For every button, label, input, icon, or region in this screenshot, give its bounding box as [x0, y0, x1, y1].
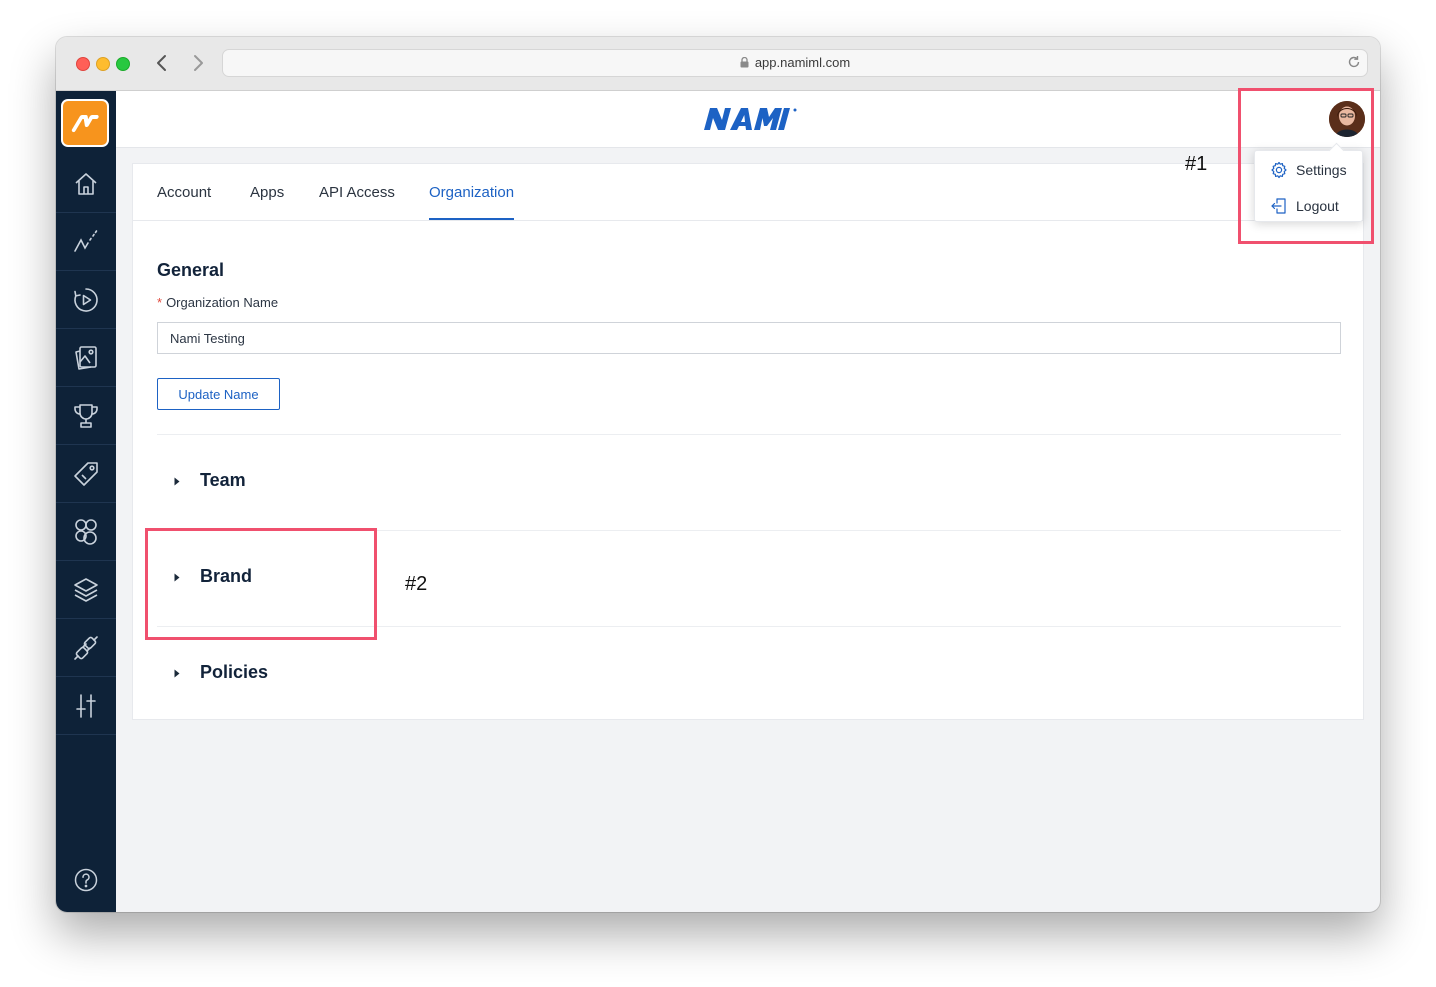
- integrations-icon: [74, 635, 98, 660]
- sidebar-item-integrations[interactable]: [56, 619, 116, 677]
- back-arrow-icon[interactable]: [152, 53, 172, 73]
- app-logo-icon[interactable]: [61, 99, 109, 147]
- org-name-label-text: Organization Name: [166, 295, 279, 310]
- browser-titlebar: app.namiml.com: [56, 37, 1380, 91]
- audience-icon: [75, 518, 97, 545]
- sidebar-item-settings[interactable]: [56, 677, 116, 735]
- general-section-title: General: [157, 260, 225, 280]
- tab-account[interactable]: Account: [157, 184, 211, 220]
- sidebar-item-entitlements[interactable]: [56, 445, 116, 503]
- org-name-input[interactable]: [157, 322, 1341, 354]
- caret-right-icon: [174, 477, 180, 486]
- team-section-label: Team: [200, 470, 246, 490]
- reload-icon[interactable]: [1347, 55, 1361, 69]
- caret-right-icon: [174, 669, 180, 678]
- nami-logo-icon: [704, 108, 797, 130]
- sidebar-item-analytics[interactable]: [56, 213, 116, 271]
- settings-tabs: Account Apps API Access Organization: [133, 164, 1363, 221]
- sidebar-item-placements[interactable]: [56, 561, 116, 619]
- sidebar: [56, 91, 116, 912]
- url-text: app.namiml.com: [754, 55, 851, 70]
- close-window-button[interactable]: [76, 57, 90, 71]
- org-name-label: * Organization Name: [157, 295, 278, 310]
- address-bar[interactable]: app.namiml.com: [222, 49, 1368, 77]
- tag-icon: [74, 461, 98, 486]
- annotation-box-1: [1238, 88, 1374, 244]
- sidebar-item-products[interactable]: [56, 387, 116, 445]
- browser-window: app.namiml.com Account Apps API Access O…: [56, 37, 1380, 912]
- sidebar-item-paywalls[interactable]: [56, 329, 116, 387]
- campaign-play-icon: [74, 287, 98, 312]
- help-icon[interactable]: [74, 868, 98, 892]
- tab-api-access[interactable]: API Access: [319, 184, 395, 220]
- annotation-box-2: [145, 528, 377, 640]
- tab-apps[interactable]: Apps: [250, 184, 284, 220]
- layers-icon: [74, 577, 98, 602]
- policies-section-label: Policies: [200, 662, 269, 682]
- update-name-button[interactable]: Update Name: [157, 378, 280, 410]
- sidebar-item-customers[interactable]: [56, 503, 116, 561]
- annotation-marker-2: #2: [405, 573, 428, 595]
- trophy-icon: [74, 403, 98, 428]
- annotation-marker-1: #1: [1185, 153, 1208, 175]
- app-header: [116, 91, 1380, 148]
- forward-arrow-icon[interactable]: [188, 53, 208, 73]
- minimize-window-button[interactable]: [96, 57, 110, 71]
- sliders-icon: [76, 693, 96, 718]
- analytics-icon: [74, 229, 98, 252]
- tab-organization[interactable]: Organization: [429, 184, 515, 220]
- home-icon: [75, 172, 97, 195]
- lock-icon: [740, 57, 749, 68]
- team-section-header[interactable]: Team: [157, 434, 1341, 530]
- paywall-images-icon: [75, 345, 97, 370]
- policies-section-header[interactable]: Policies: [157, 626, 1341, 722]
- sidebar-item-home[interactable]: [56, 155, 116, 213]
- sidebar-item-campaigns[interactable]: [56, 271, 116, 329]
- maximize-window-button[interactable]: [116, 57, 130, 71]
- required-marker: *: [157, 295, 163, 310]
